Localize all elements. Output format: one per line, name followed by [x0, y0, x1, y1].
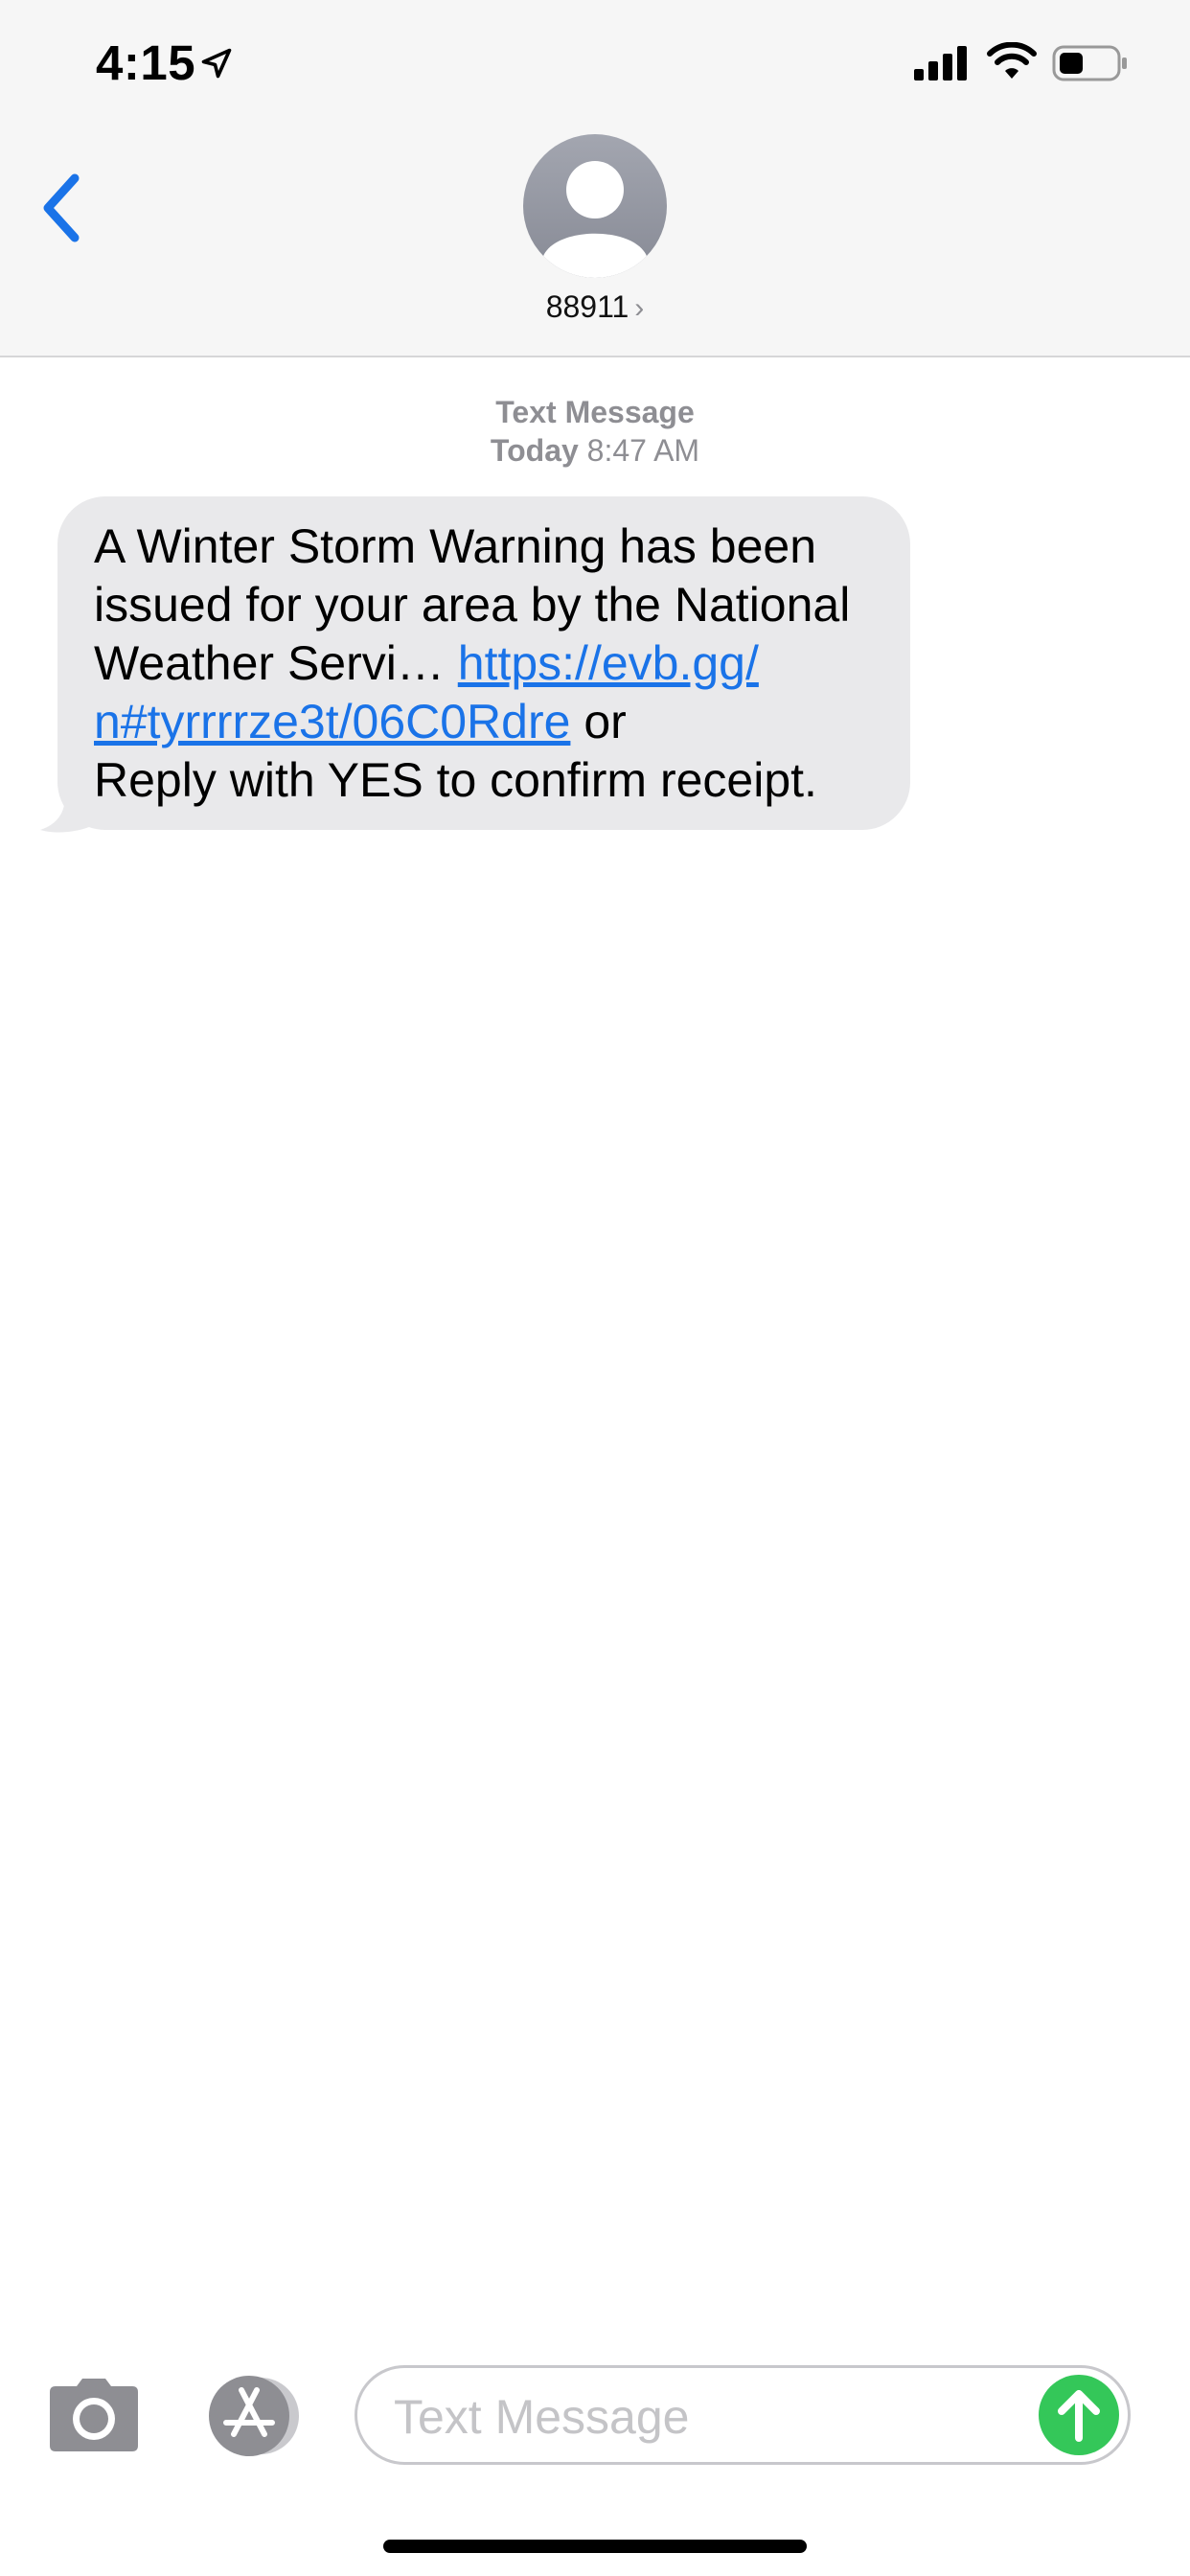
camera-button[interactable]	[48, 2377, 140, 2453]
contact-avatar[interactable]	[523, 134, 667, 278]
arrow-up-icon	[1058, 2390, 1100, 2442]
message-line: A Winter Storm Warning has been	[94, 519, 817, 573]
status-time: 4:15	[96, 35, 196, 90]
message-meta: Text Message Today 8:47 AM	[0, 393, 1190, 470]
status-bar: 4:15	[0, 0, 1190, 129]
service-label: Text Message	[495, 395, 695, 429]
location-arrow-icon	[201, 48, 232, 79]
message-input[interactable]	[392, 2385, 1028, 2449]
send-button[interactable]	[1039, 2375, 1119, 2455]
incoming-message-bubble[interactable]: A Winter Storm Warning has been issued f…	[57, 496, 910, 830]
chevron-left-icon	[43, 173, 80, 242]
contact-name-button[interactable]: 88911 ›	[0, 289, 1190, 325]
battery-icon	[1052, 45, 1127, 81]
home-indicator[interactable]	[383, 2540, 807, 2553]
message-link[interactable]: https://evb.gg/	[458, 636, 759, 690]
app-store-button[interactable]	[201, 2373, 307, 2459]
message-timestamp: Today 8:47 AM	[490, 433, 700, 468]
conversation-header: 4:15 88911 ›	[0, 0, 1190, 357]
wifi-icon	[987, 42, 1037, 79]
contact-name: 88911	[545, 289, 629, 324]
signal-icon	[914, 46, 967, 80]
message-line: Weather Servi… https://evb.gg/	[94, 636, 759, 690]
camera-icon	[50, 2379, 138, 2451]
message-line: Reply with YES to confirm receipt.	[94, 753, 817, 807]
back-button[interactable]	[34, 165, 92, 251]
app-store-icon	[209, 2376, 299, 2456]
chevron-right-icon: ›	[634, 292, 645, 324]
person-icon	[542, 161, 648, 278]
message-line: n#tyrrrrze3t/06C0Rdre or	[94, 695, 627, 748]
message-link-continued[interactable]: n#tyrrrrze3t/06C0Rdre	[94, 695, 570, 748]
message-line: issued for your area by the National	[94, 578, 851, 632]
message-input-container[interactable]	[355, 2365, 1131, 2465]
